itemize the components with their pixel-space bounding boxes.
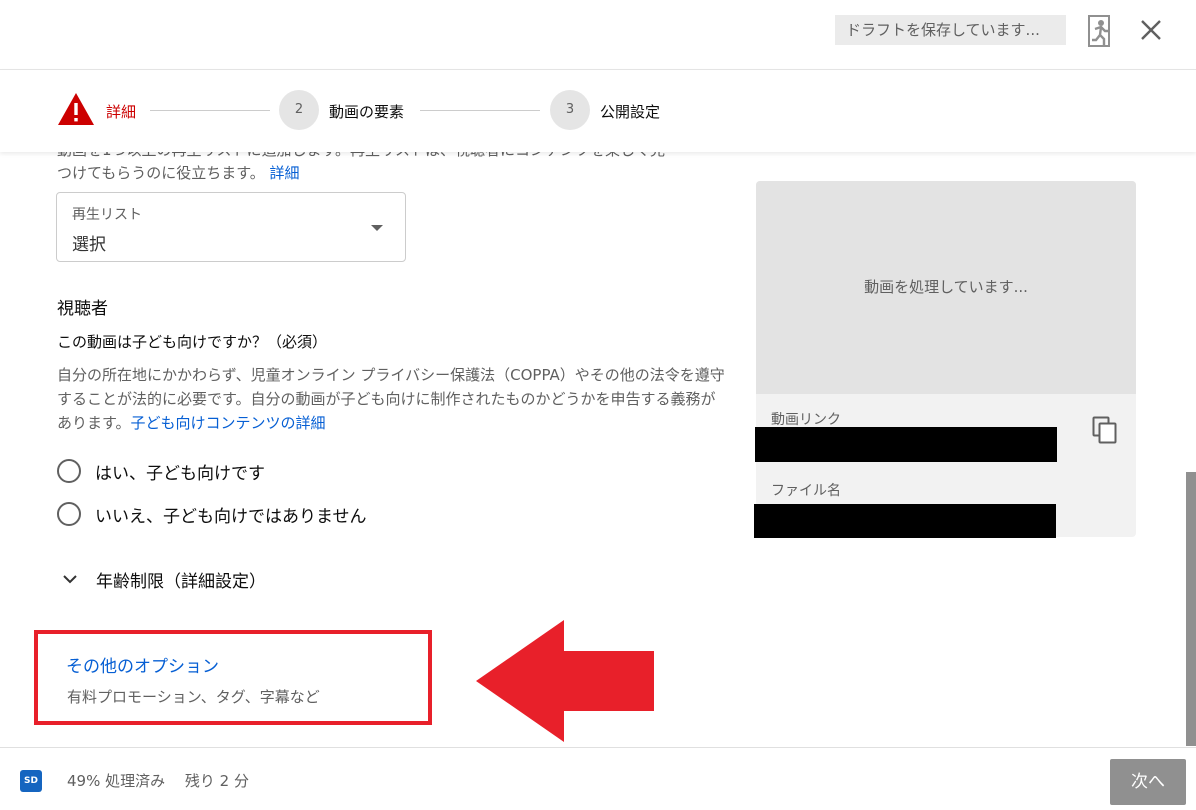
age-restriction-toggle[interactable]: 年齢制限（詳細設定）	[60, 566, 266, 592]
scrollbar[interactable]	[1186, 472, 1196, 746]
step-connector	[420, 110, 540, 111]
step-details[interactable]: 詳細	[106, 101, 136, 122]
draft-status: ドラフトを保存しています...	[835, 15, 1066, 45]
caret-down-icon	[371, 225, 383, 231]
dialog-footer: SD 49% 処理済み 残り 2 分 次へ	[0, 747, 1196, 810]
highlight-box	[34, 630, 432, 725]
radio-not-made-for-kids[interactable]: いいえ、子ども向けではありません	[57, 501, 367, 527]
arrow-left-icon	[476, 620, 654, 742]
dialog-header: ドラフトを保存しています...	[0, 0, 1196, 70]
copy-icon[interactable]	[1092, 416, 1118, 444]
playlist-select[interactable]: 再生リスト 選択	[56, 192, 406, 262]
audience-heading: 視聴者	[57, 299, 108, 319]
upload-dialog: ドラフトを保存しています... 詳細 2 動画の要素 3 公開設定 動画を1つ以…	[0, 0, 1196, 810]
more-options-subtitle: 有料プロモーション、タグ、字幕など	[67, 688, 320, 706]
next-button[interactable]: 次へ	[1110, 759, 1186, 805]
processing-message: 動画を処理しています...	[864, 278, 1028, 296]
radio-label: いいえ、子ども向けではありません	[95, 506, 367, 527]
radio-made-for-kids[interactable]: はい、子ども向けです	[57, 458, 265, 484]
radio-label: はい、子ども向けです	[95, 463, 265, 484]
step-number-elements[interactable]: 2	[279, 90, 319, 130]
sd-quality-icon: SD	[20, 770, 42, 792]
redacted-file-name	[754, 504, 1056, 538]
step-elements[interactable]: 動画の要素	[329, 101, 404, 122]
playlist-select-value: 選択	[72, 235, 106, 255]
exit-icon[interactable]	[1087, 15, 1113, 47]
radio-button-icon[interactable]	[57, 502, 81, 526]
video-link-label: 動画リンク	[771, 412, 841, 428]
redacted-video-link	[755, 427, 1057, 462]
close-icon[interactable]	[1138, 17, 1164, 43]
audience-description: 自分の所在地にかかわらず、児童オンライン プライバシー保護法（COPPA）やその…	[57, 363, 727, 435]
video-preview: 動画を処理しています...	[756, 181, 1136, 394]
playlist-select-label: 再生リスト	[72, 207, 142, 223]
stepper: 詳細 2 動画の要素 3 公開設定	[0, 70, 1196, 152]
file-name-label: ファイル名	[771, 483, 841, 499]
processing-progress: 49% 処理済み 残り 2 分	[67, 772, 249, 790]
playlist-description: つけてもらうのに役立ちます。 詳細	[57, 162, 300, 183]
step-connector	[150, 110, 270, 111]
audience-question: この動画は子ども向けですか？（必須）	[57, 333, 328, 351]
step-number-visibility[interactable]: 3	[550, 90, 590, 130]
kids-content-learn-more-link[interactable]: 子ども向けコンテンツの詳細	[131, 414, 326, 432]
playlist-description-text: つけてもらうのに役立ちます。	[57, 164, 265, 182]
chevron-down-icon	[63, 575, 77, 584]
warning-icon	[58, 93, 94, 125]
playlist-learn-more-link[interactable]: 詳細	[270, 164, 300, 182]
age-restriction-label: 年齢制限（詳細設定）	[96, 571, 266, 592]
radio-button-icon[interactable]	[57, 459, 81, 483]
step-visibility[interactable]: 公開設定	[600, 101, 660, 122]
more-options-link[interactable]: その他のオプション	[66, 652, 219, 677]
